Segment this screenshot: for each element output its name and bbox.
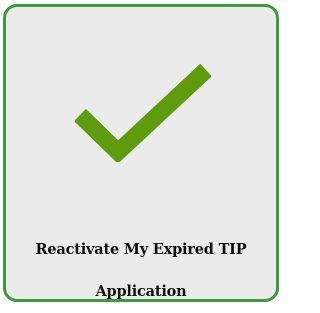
tile-label: Reactivate My Expired TIP Application xyxy=(6,229,276,313)
checkmark-icon xyxy=(75,64,211,162)
reactivate-expired-tip-application-tile[interactable]: Reactivate My Expired TIP Application xyxy=(3,4,279,302)
tile-label-line1: Reactivate My Expired TIP xyxy=(35,241,247,258)
tile-label-line2: Application xyxy=(95,283,187,300)
